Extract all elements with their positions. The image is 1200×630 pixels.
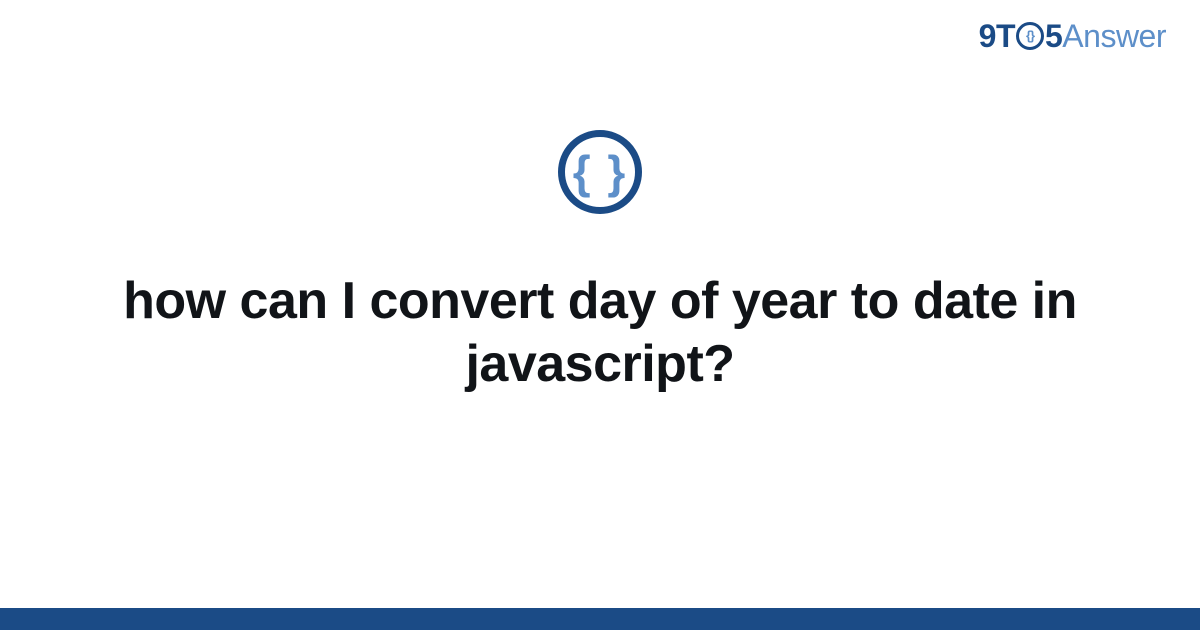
brand-o-icon: {} (1016, 22, 1044, 50)
page-title: how can I convert day of year to date in… (110, 270, 1090, 397)
brand-o-inner-braces: {} (1026, 29, 1034, 42)
brand-text-5: 5 (1045, 18, 1062, 55)
brand-o-ring-icon: {} (1016, 22, 1044, 50)
main-content: { } how can I convert day of year to dat… (0, 130, 1200, 397)
brand-text-9t: 9T (979, 18, 1015, 55)
code-braces-icon: { } (573, 149, 628, 195)
code-braces-circle-icon: { } (558, 130, 642, 214)
bottom-accent-bar (0, 608, 1200, 630)
brand-text-answer: Answer (1062, 18, 1166, 55)
brand-logo: 9T {} 5 Answer (979, 18, 1166, 55)
